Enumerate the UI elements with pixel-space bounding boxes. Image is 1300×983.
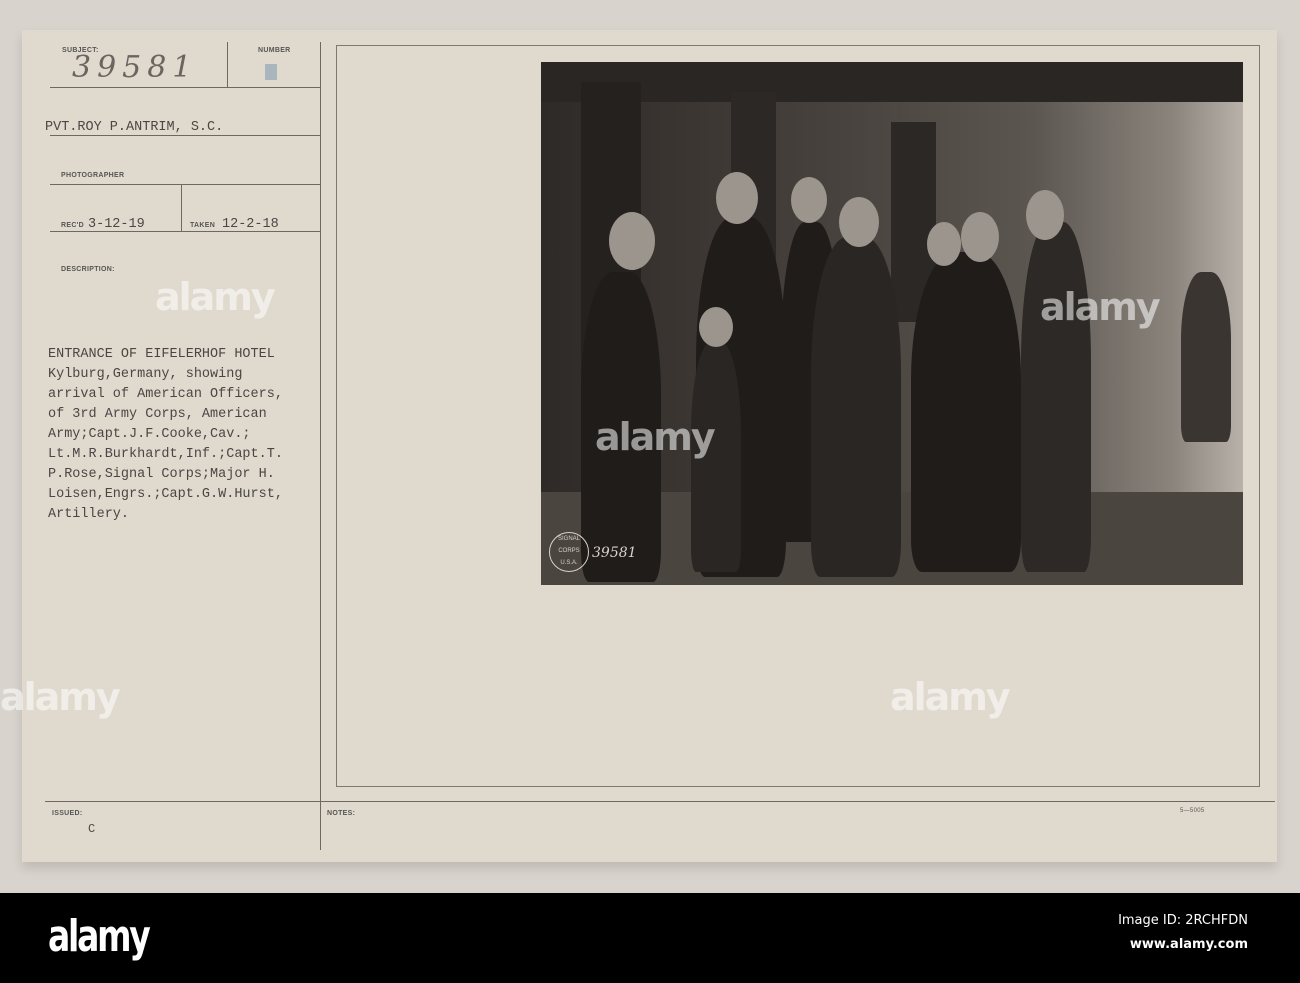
divider [45,801,1275,802]
face [839,197,879,247]
description-line: P.Rose,Signal Corps;Major H. [48,467,275,482]
number-stamp [265,64,277,80]
watermark: alamy [890,675,1011,719]
face [609,212,655,270]
description-line: of 3rd Army Corps, American [48,407,267,422]
pedestrian-figure [1181,272,1231,442]
recd-label: REC'D [61,222,84,229]
watermark: alamy [0,675,121,719]
image-id: Image ID: 2RCHFDN [1118,913,1248,928]
face [961,212,999,262]
watermark: alamy [155,275,276,319]
face [927,222,961,266]
notes-label: NOTES: [327,810,356,817]
taken-date: 12-2-18 [222,217,279,232]
photographer-label: PHOTOGRAPHER [61,172,125,179]
taken-label: TAKEN [190,222,216,229]
building-lintel [541,62,1243,102]
face [1026,190,1064,240]
description-line: Artillery. [48,507,130,522]
face [791,177,827,223]
footer-bar: alamy Image ID: 2RCHFDN www.alamy.com [0,893,1300,983]
recd-date: 3-12-19 [88,217,145,232]
officer-figure [911,252,1021,572]
divider [50,231,320,232]
number-label: NUMBER [258,47,291,54]
alamy-logo: alamy [48,911,151,962]
description-line: Kylburg,Germany, showing [48,367,243,382]
officer-figure [1021,222,1091,572]
subject-number: 39581 [72,50,198,85]
column-divider [320,42,321,850]
description-line: Loisen,Engrs.;Capt.G.W.Hurst, [48,487,283,502]
photographer-name: PVT.ROY P.ANTRIM, S.C. [45,120,224,135]
photo-stamp-number: 39581 [592,545,637,561]
signal-corps-seal: SIGNAL CORPS U.S.A. [549,532,589,572]
face [716,172,758,224]
site-url[interactable]: www.alamy.com [1118,937,1248,952]
form-number: 5—5005 [1180,808,1205,814]
description-line: ENTRANCE OF EIFELERHOF HOTEL [48,347,275,362]
divider [50,184,320,185]
divider [181,184,182,232]
issued-label: ISSUED: [52,810,83,817]
officer-figure [811,237,901,577]
watermark: alamy [1040,285,1161,329]
description-label: DESCRIPTION: [61,266,115,273]
description-text: ENTRANCE OF EIFELERHOF HOTEL Kylburg,Ger… [48,345,283,525]
divider [50,87,320,88]
issued-value: C [88,822,96,836]
divider [50,135,320,136]
description-line: Lt.M.R.Burkhardt,Inf.;Capt.T. [48,447,283,462]
divider [227,42,228,88]
description-line: Army;Capt.J.F.Cooke,Cav.; [48,427,251,442]
watermark: alamy [595,415,716,459]
description-line: arrival of American Officers, [48,387,283,402]
face [699,307,733,347]
